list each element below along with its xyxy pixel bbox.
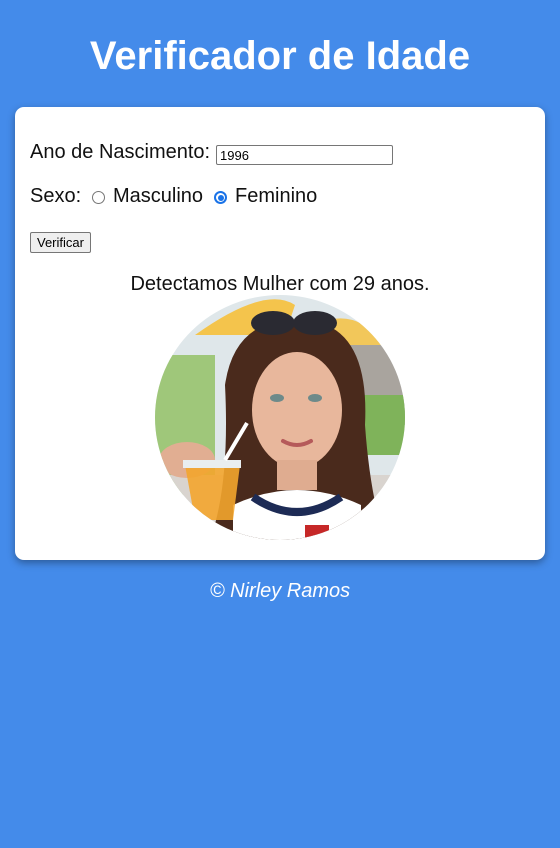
radio-feminino[interactable]: [214, 191, 227, 204]
result-text: Detectamos Mulher com 29 anos.: [130, 273, 430, 295]
radio-masculino[interactable]: [92, 191, 105, 204]
verificar-button[interactable]: Verificar: [30, 232, 91, 253]
page-title: Verificador de Idade: [89, 34, 471, 78]
result-photo: [155, 295, 405, 540]
radio-feminino-label[interactable]: Feminino: [235, 185, 317, 208]
footer-credit: © Nirley Ramos: [209, 580, 351, 602]
sexo-label: Sexo:: [30, 185, 82, 207]
radio-masculino-label[interactable]: Masculino: [113, 185, 203, 208]
ano-label: Ano de Nascimento:: [30, 141, 211, 163]
form-card: Ano de Nascimento: Sexo: Masculino Femin…: [15, 107, 545, 560]
woman-photo-illustration: [155, 295, 405, 540]
ano-nascimento-input[interactable]: [216, 145, 393, 165]
